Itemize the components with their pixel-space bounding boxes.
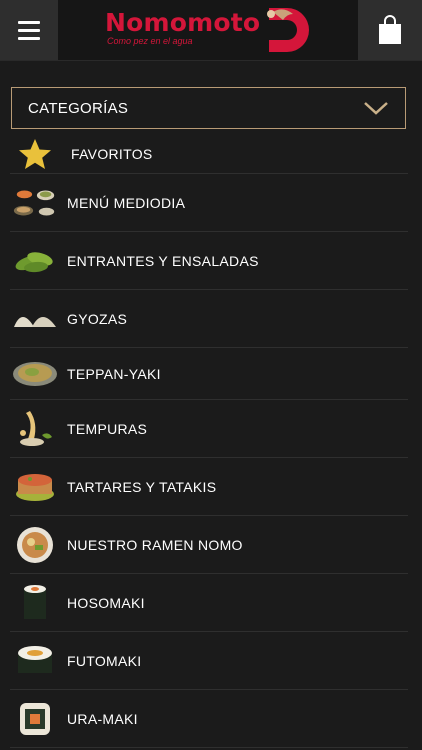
- hamburger-icon-bar: [18, 28, 40, 32]
- teppanyaki-thumbnail: [12, 354, 58, 394]
- category-label: URA-MAKI: [67, 710, 138, 727]
- category-item-ramen[interactable]: NUESTRO RAMEN NOMO: [10, 516, 408, 574]
- lunch-menu-thumbnail: [12, 183, 58, 223]
- category-label: ENTRANTES Y ENSALADAS: [67, 252, 259, 269]
- brand-tagline: Como pez en el agua: [107, 36, 193, 46]
- fish-logo-icon: [267, 8, 309, 52]
- tartare-thumbnail: [12, 467, 58, 507]
- category-label: GYOZAS: [67, 310, 128, 327]
- category-label: MENÚ MEDIODIA: [67, 194, 186, 211]
- category-label: TEPPAN-YAKI: [67, 365, 161, 382]
- category-label: TEMPURAS: [67, 420, 148, 437]
- brand-logo[interactable]: Nomomoto Como pez en el agua: [105, 4, 320, 56]
- tempura-thumbnail: [12, 409, 58, 449]
- category-item-menu-mediodia[interactable]: MENÚ MEDIODIA: [10, 174, 408, 232]
- category-item-gyozas[interactable]: GYOZAS: [10, 290, 408, 348]
- category-label: TARTARES Y TATAKIS: [67, 478, 217, 495]
- category-item-tartares[interactable]: TARTARES Y TATAKIS: [10, 458, 408, 516]
- category-label: NUESTRO RAMEN NOMO: [67, 536, 243, 553]
- category-list: FAVORITOS MENÚ MEDIODIA ENTRANTES Y ENSA…: [0, 134, 422, 748]
- hosomaki-thumbnail: [12, 583, 58, 623]
- gyoza-thumbnail: [12, 299, 58, 339]
- cart-button[interactable]: [358, 0, 422, 60]
- star-icon: [12, 134, 58, 174]
- category-label: HOSOMAKI: [67, 594, 145, 611]
- hamburger-icon-bar: [18, 36, 40, 40]
- category-label: FAVORITOS: [71, 145, 153, 162]
- edamame-thumbnail: [12, 241, 58, 281]
- futomaki-thumbnail: [12, 641, 58, 681]
- chevron-down-icon: [364, 102, 388, 115]
- hamburger-icon-bar: [18, 20, 40, 24]
- menu-button[interactable]: [0, 0, 58, 60]
- shopping-bag-icon: [379, 15, 401, 44]
- app-header: Nomomoto Como pez en el agua: [0, 0, 422, 61]
- category-label: FUTOMAKI: [67, 652, 142, 669]
- dropdown-label: CATEGORÍAS: [28, 100, 129, 117]
- categories-dropdown[interactable]: CATEGORÍAS: [11, 87, 406, 129]
- brand-name: Nomomoto: [105, 8, 261, 37]
- ramen-thumbnail: [12, 525, 58, 565]
- category-item-entrantes[interactable]: ENTRANTES Y ENSALADAS: [10, 232, 408, 290]
- category-item-favoritos[interactable]: FAVORITOS: [10, 134, 408, 174]
- category-item-hosomaki[interactable]: HOSOMAKI: [10, 574, 408, 632]
- category-item-tempuras[interactable]: TEMPURAS: [10, 400, 408, 458]
- uramaki-thumbnail: [12, 699, 58, 739]
- category-item-teppan-yaki[interactable]: TEPPAN-YAKI: [10, 348, 408, 400]
- category-item-futomaki[interactable]: FUTOMAKI: [10, 632, 408, 690]
- category-item-ura-maki[interactable]: URA-MAKI: [10, 690, 408, 748]
